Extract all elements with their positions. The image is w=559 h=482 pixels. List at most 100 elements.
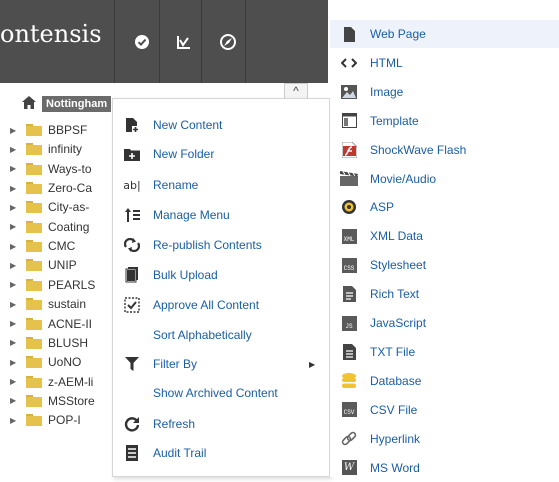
expand-icon[interactable]: ▶: [10, 396, 20, 405]
submenu-item[interactable]: Template: [330, 107, 559, 135]
context-menu-item[interactable]: Audit Trail: [113, 439, 329, 467]
tree-item-label: UoNO: [48, 355, 82, 370]
submenu-item[interactable]: Movie/Audio: [330, 165, 559, 193]
submenu-item[interactable]: Image: [330, 78, 559, 106]
xml-icon: XML: [340, 227, 358, 245]
context-menu-label: Sort Alphabetically: [153, 328, 252, 342]
context-menu-item[interactable]: Re-publish Contents: [113, 231, 329, 259]
folder-icon: [26, 336, 42, 349]
tree-item[interactable]: ▶ UNIP: [10, 255, 77, 275]
new-content-icon: [123, 116, 141, 134]
tree-item[interactable]: ▶ sustain: [10, 294, 86, 314]
tree-item[interactable]: ▶ BBPSF: [10, 120, 87, 140]
tree-item[interactable]: ▶ ACNE-II: [10, 314, 92, 334]
tree-item[interactable]: ▶ Zero-Ca: [10, 178, 92, 198]
submenu-arrow-icon: ▶: [309, 359, 316, 369]
submenu-item[interactable]: Web Page: [330, 20, 559, 48]
expand-icon[interactable]: ▶: [10, 377, 20, 386]
context-menu-item[interactable]: New Content: [113, 111, 329, 139]
expand-icon[interactable]: ▶: [10, 164, 20, 173]
folder-icon: [26, 356, 42, 369]
expand-icon[interactable]: ▶: [10, 280, 20, 289]
context-menu-item[interactable]: Filter By ▶: [113, 350, 329, 378]
csv-file-icon: CSV: [340, 401, 358, 419]
expand-icon[interactable]: ▶: [10, 261, 20, 270]
context-menu-item[interactable]: ab| Rename: [113, 171, 329, 199]
expand-icon[interactable]: ▶: [10, 319, 20, 328]
submenu-item[interactable]: Database: [330, 367, 559, 395]
tree-item[interactable]: ▶ UoNO: [10, 352, 81, 372]
header-divider: [201, 0, 202, 83]
approve-icon: [123, 296, 141, 314]
expand-icon[interactable]: ▶: [10, 338, 20, 347]
html-icon: [340, 54, 358, 72]
tree-item[interactable]: ▶ CMC: [10, 236, 75, 256]
submenu-label: Stylesheet: [370, 258, 427, 273]
submenu-label: Hyperlink: [370, 431, 421, 446]
submenu-item[interactable]: HTML: [330, 49, 559, 77]
expand-icon[interactable]: ▶: [10, 300, 20, 309]
folder-icon: [26, 375, 42, 388]
home-icon: [22, 96, 36, 112]
submenu-item[interactable]: ASP: [330, 193, 559, 221]
context-menu-item[interactable]: Refresh: [113, 410, 329, 438]
submenu-item[interactable]: TXT File: [330, 338, 559, 366]
tree-item[interactable]: ▶ City-as-: [10, 197, 89, 217]
context-menu-label: Approve All Content: [153, 298, 260, 312]
submenu-item[interactable]: CSS Stylesheet: [330, 251, 559, 279]
expand-icon[interactable]: ▶: [10, 416, 20, 425]
context-menu-item[interactable]: Sort Alphabetically: [113, 321, 329, 349]
expand-icon[interactable]: ▶: [10, 222, 20, 231]
expand-icon[interactable]: ▶: [10, 242, 20, 251]
tree-item-label: MSStore: [48, 393, 95, 408]
submenu-item[interactable]: XML XML Data: [330, 222, 559, 250]
submenu-item[interactable]: Rich Text: [330, 280, 559, 308]
tree-item[interactable]: ▶ POP-I: [10, 410, 81, 430]
context-menu-item[interactable]: Manage Menu: [113, 201, 329, 229]
tree-item[interactable]: ▶ z-AEM-li: [10, 372, 93, 392]
submenu-item[interactable]: CSV CSV File: [330, 396, 559, 424]
submenu-label: TXT File: [370, 344, 416, 359]
folder-icon: [26, 259, 42, 272]
app-header: ontensis: [0, 0, 328, 83]
header-divider: [159, 0, 160, 83]
context-menu-label: Audit Trail: [153, 446, 207, 460]
tree-item[interactable]: ▶ Coating: [10, 217, 89, 237]
check-circle-icon[interactable]: [128, 28, 156, 56]
context-menu-item[interactable]: Approve All Content: [113, 291, 329, 319]
tree-item-label: ACNE-II: [48, 316, 93, 331]
compass-icon[interactable]: [214, 28, 242, 56]
tree-item[interactable]: ▶ MSStore: [10, 391, 95, 411]
context-menu-label: New Content: [153, 118, 223, 132]
submenu-item[interactable]: ShockWave Flash: [330, 136, 559, 164]
folder-icon: [26, 201, 42, 214]
tree-item-label: BLUSH: [48, 335, 89, 350]
tree-item[interactable]: ▶ infinity: [10, 139, 82, 159]
tree-item[interactable]: ▶ BLUSH: [10, 333, 88, 353]
expand-icon[interactable]: ▶: [10, 358, 20, 367]
expand-icon[interactable]: ▶: [10, 203, 20, 212]
brand-logo: ontensis: [0, 20, 102, 48]
tree-item[interactable]: ▶ Ways-to: [10, 159, 92, 179]
tree-root-label: Nottingham: [42, 96, 112, 112]
context-menu-label: Show Archived Content: [153, 386, 278, 400]
context-menu-item[interactable]: New Folder: [113, 140, 329, 168]
submenu-item[interactable]: W MS Word: [330, 454, 559, 482]
expand-icon[interactable]: ▶: [10, 145, 20, 154]
chart-icon[interactable]: [170, 28, 198, 56]
manage-menu-icon: [123, 206, 141, 224]
tree-root[interactable]: Nottingham: [22, 95, 112, 113]
folder-icon: [26, 278, 42, 291]
stylesheet-icon: CSS: [340, 256, 358, 274]
folder-icon: [26, 240, 42, 253]
audit-trail-icon: [123, 444, 141, 462]
expand-icon[interactable]: ▶: [10, 126, 20, 135]
context-menu-item[interactable]: Bulk Upload: [113, 261, 329, 289]
context-menu-item[interactable]: Show Archived Content: [113, 379, 329, 407]
tree-item[interactable]: ▶ PEARLS: [10, 275, 95, 295]
submenu-item[interactable]: Hyperlink: [330, 425, 559, 453]
context-menu: New Content New Folder ab| Rename Manage Men…: [112, 98, 330, 477]
expand-icon[interactable]: ▶: [10, 184, 20, 193]
submenu-item[interactable]: JS JavaScript: [330, 309, 559, 337]
submenu-label: Database: [370, 373, 422, 388]
